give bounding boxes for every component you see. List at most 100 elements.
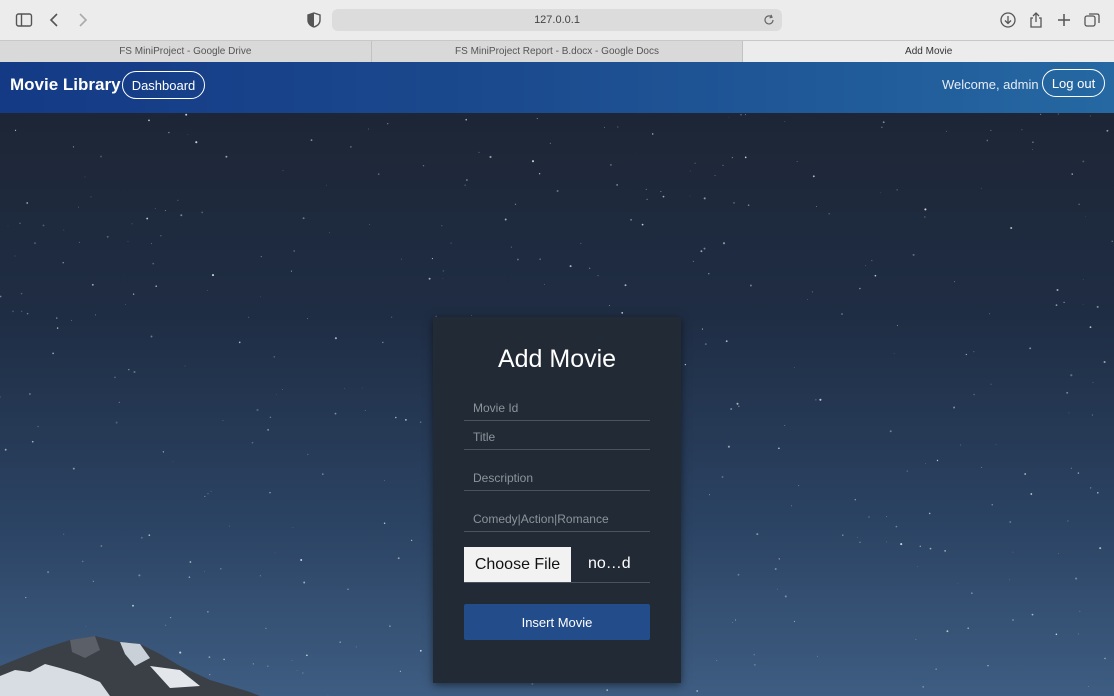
description-input[interactable] — [464, 465, 650, 491]
star — [26, 202, 29, 204]
star — [100, 545, 103, 547]
star — [1057, 113, 1059, 115]
star — [1068, 412, 1070, 414]
reload-icon[interactable] — [762, 13, 776, 27]
star — [990, 129, 992, 131]
mountain-peak — [0, 636, 260, 696]
star — [42, 224, 45, 227]
star — [828, 212, 831, 215]
star — [774, 568, 777, 570]
star — [389, 625, 391, 628]
star — [1030, 493, 1033, 495]
star — [187, 134, 189, 136]
star — [1039, 113, 1042, 116]
star — [841, 313, 843, 315]
star — [859, 287, 861, 290]
star — [807, 299, 808, 300]
star — [400, 258, 402, 260]
star — [282, 170, 284, 172]
logout-button[interactable]: Log out — [1042, 69, 1105, 97]
star — [273, 356, 275, 358]
star — [150, 242, 153, 245]
star — [310, 139, 313, 142]
star — [725, 340, 728, 343]
star — [946, 630, 949, 633]
downloads-icon[interactable] — [997, 9, 1019, 31]
star — [960, 444, 962, 446]
star — [450, 242, 452, 244]
star — [84, 176, 86, 178]
sidebar-toggle-icon[interactable] — [13, 9, 35, 31]
star — [1024, 473, 1027, 475]
tab-overview-icon[interactable] — [1081, 9, 1103, 31]
star — [160, 235, 162, 237]
star — [919, 545, 922, 548]
star — [886, 516, 888, 518]
star — [1021, 129, 1023, 131]
star — [1103, 360, 1106, 364]
star — [738, 405, 740, 408]
star — [714, 175, 716, 176]
star — [1055, 633, 1058, 636]
add-movie-card: Add Movie Choose File no…d Insert Movie — [433, 317, 681, 683]
star — [651, 133, 654, 135]
star — [138, 574, 141, 577]
share-icon[interactable] — [1025, 9, 1047, 31]
star — [721, 476, 724, 478]
star — [0, 295, 2, 298]
star — [1032, 149, 1033, 151]
star — [339, 641, 341, 643]
star — [204, 571, 205, 573]
genre-input[interactable] — [464, 506, 650, 532]
tab-google-drive[interactable]: FS MiniProject - Google Drive — [0, 41, 372, 62]
privacy-shield-icon[interactable] — [303, 9, 325, 31]
star — [580, 242, 582, 244]
tab-add-movie[interactable]: Add Movie — [743, 41, 1114, 62]
star — [854, 499, 856, 501]
star — [986, 139, 989, 142]
star — [727, 445, 730, 448]
star — [1063, 301, 1065, 304]
star — [25, 597, 27, 599]
new-tab-icon[interactable] — [1053, 9, 1075, 31]
star — [78, 241, 80, 243]
movie-id-input[interactable] — [464, 395, 650, 421]
star — [531, 160, 535, 163]
star — [1097, 492, 1099, 494]
star — [63, 229, 65, 231]
title-input[interactable] — [464, 424, 650, 450]
star — [1096, 305, 1099, 308]
back-icon[interactable] — [44, 9, 66, 31]
star — [689, 170, 691, 172]
star — [936, 459, 939, 462]
star — [154, 207, 156, 209]
star — [606, 689, 609, 691]
star — [817, 655, 818, 657]
star — [965, 353, 967, 356]
insert-movie-button[interactable]: Insert Movie — [464, 604, 650, 640]
star — [1071, 173, 1073, 175]
choose-file-button[interactable]: Choose File — [464, 547, 571, 582]
star — [881, 126, 883, 128]
star — [133, 370, 136, 374]
tab-google-docs[interactable]: FS MiniProject Report - B.docx - Google … — [372, 41, 744, 62]
star — [106, 235, 109, 238]
address-bar[interactable]: 127.0.0.1 — [332, 9, 782, 31]
forward-icon[interactable] — [71, 9, 93, 31]
brand-title[interactable]: Movie Library — [10, 75, 121, 95]
star — [14, 129, 17, 132]
star — [431, 258, 433, 260]
star — [597, 275, 599, 277]
star — [419, 421, 422, 423]
star — [924, 216, 926, 218]
star — [740, 114, 742, 116]
star — [387, 123, 389, 125]
star — [784, 121, 786, 122]
star — [172, 461, 174, 463]
star — [753, 654, 755, 656]
star — [428, 277, 431, 280]
dashboard-button[interactable]: Dashboard — [122, 71, 205, 99]
star — [344, 387, 345, 389]
star — [302, 217, 305, 220]
star — [646, 198, 648, 201]
